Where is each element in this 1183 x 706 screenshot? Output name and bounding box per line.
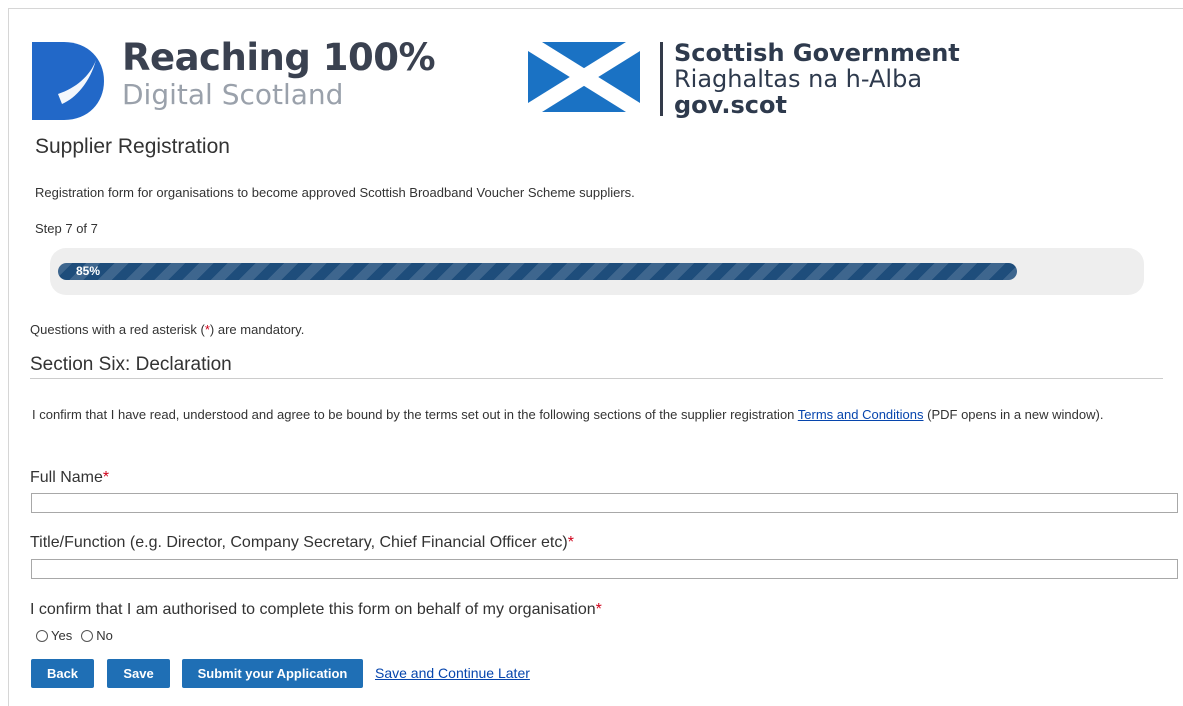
section-heading: Section Six: Declaration (30, 354, 1163, 379)
logo-title: Reaching 100% (122, 36, 436, 79)
required-asterisk: * (595, 601, 602, 618)
step-indicator: Step 7 of 7 (35, 221, 98, 236)
page-title: Supplier Registration (35, 135, 230, 158)
section-title: Section Six: Declaration (30, 354, 232, 375)
sg-logo-domain: gov.scot (674, 91, 787, 119)
scottish-government-logo-text: Scottish Government Riaghaltas na h-Alba… (674, 40, 960, 118)
back-button[interactable]: Back (31, 659, 94, 688)
progress-bar: 85% (58, 263, 1018, 280)
full-name-label-text: Full Name (30, 469, 103, 486)
full-name-label: Full Name* (30, 469, 109, 487)
declaration-prefix: I confirm that I have read, understood a… (32, 407, 798, 422)
progress-container: 85% (50, 248, 1144, 295)
saltire-flag-icon (528, 42, 640, 112)
required-asterisk: * (567, 534, 574, 551)
mandatory-suffix: ) are mandatory. (209, 322, 305, 337)
save-and-continue-later-link[interactable]: Save and Continue Later (375, 665, 530, 681)
mandatory-prefix: Questions with a red asterisk ( (30, 322, 205, 337)
progress-label: 85% (76, 264, 101, 278)
logo-subtitle: Digital Scotland (122, 78, 344, 111)
authorised-label: I confirm that I am authorised to comple… (30, 601, 602, 619)
intro-text: Registration form for organisations to b… (35, 185, 635, 200)
title-function-label: Title/Function (e.g. Director, Company S… (30, 534, 574, 552)
save-button[interactable]: Save (107, 659, 170, 688)
terms-link[interactable]: Terms and Conditions (798, 407, 924, 422)
mandatory-note: Questions with a red asterisk (*) are ma… (30, 322, 304, 337)
reaching-100-logo-mark (32, 42, 104, 120)
radio-yes-circle[interactable] (36, 629, 48, 642)
authorised-label-text: I confirm that I am authorised to comple… (30, 601, 596, 618)
radio-no-label: No (96, 628, 113, 643)
radio-yes-label: Yes (51, 628, 73, 643)
header: Reaching 100% Digital Scotland Scottish … (32, 36, 982, 126)
progress-track: 85% (58, 263, 1136, 280)
radio-no-circle[interactable] (81, 629, 94, 642)
authorised-radio-group: Yes No (36, 628, 122, 643)
reaching-100-logo-text: Reaching 100% Digital Scotland (122, 36, 436, 112)
sg-logo-title: Scottish Government (674, 39, 960, 67)
title-function-label-text: Title/Function (e.g. Director, Company S… (30, 534, 568, 551)
radio-no[interactable]: No (81, 628, 113, 643)
required-asterisk: * (102, 469, 110, 486)
declaration-text: I confirm that I have read, understood a… (32, 407, 1152, 422)
declaration-suffix: (PDF opens in a new window). (923, 407, 1104, 422)
sg-logo-gaelic: Riaghaltas na h-Alba (674, 65, 923, 93)
title-function-input[interactable] (31, 559, 1178, 579)
submit-application-button[interactable]: Submit your Application (182, 659, 363, 688)
radio-yes[interactable]: Yes (36, 628, 72, 643)
logo-divider (660, 42, 663, 116)
full-name-input[interactable] (31, 493, 1178, 513)
